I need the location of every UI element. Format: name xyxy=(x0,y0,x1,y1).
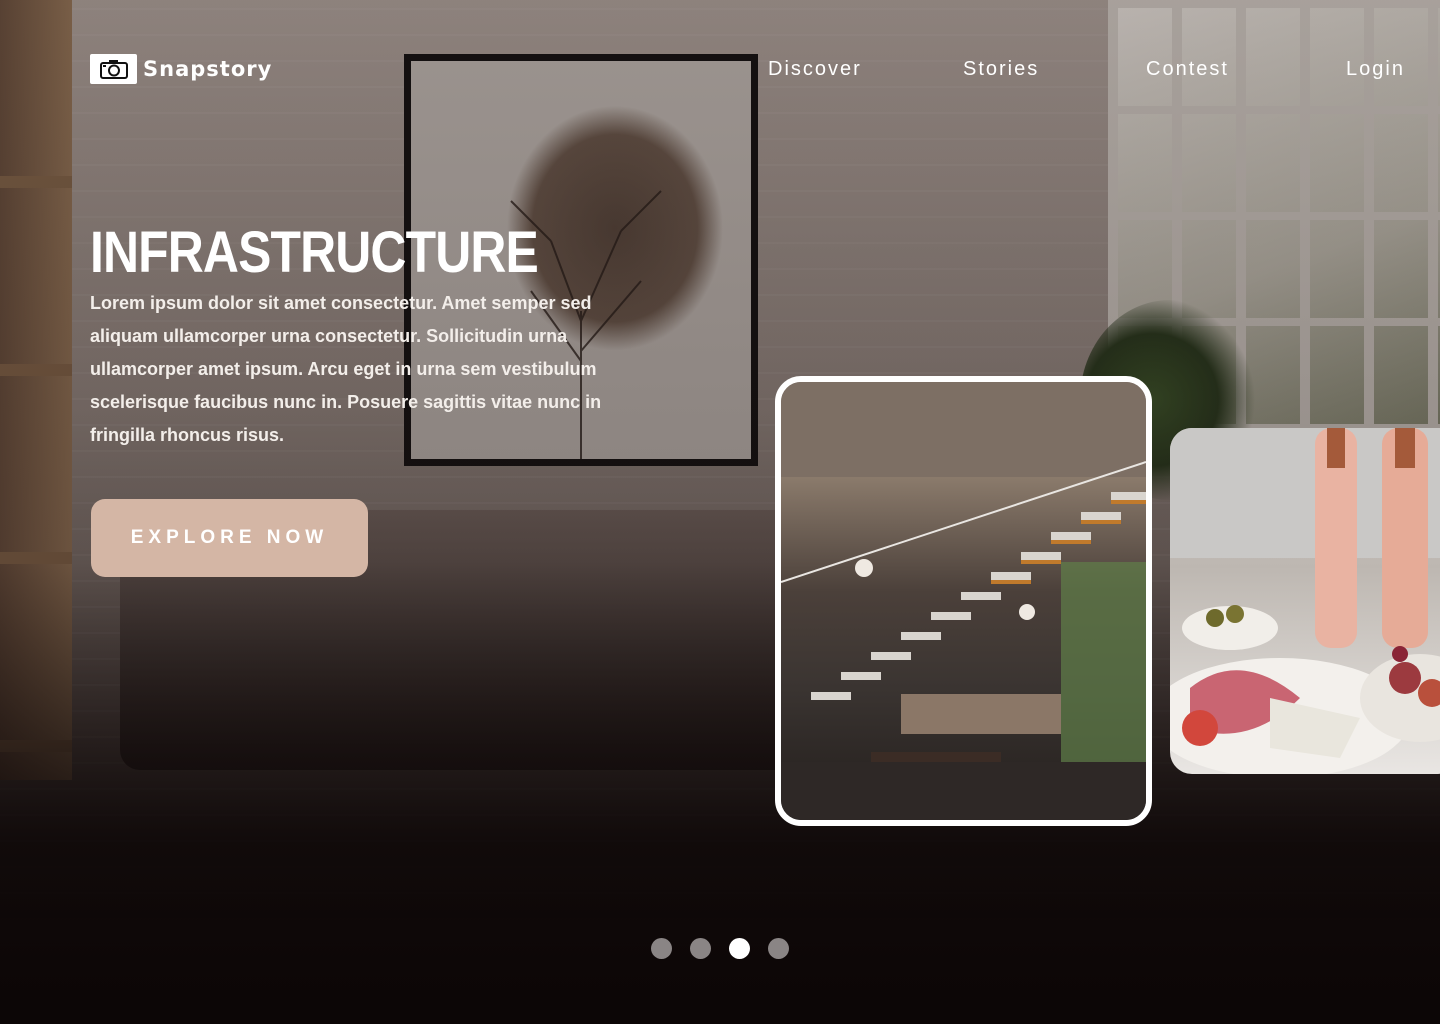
pagination-dot-4[interactable] xyxy=(768,938,789,959)
brand-logo[interactable]: Snapstory xyxy=(90,54,272,84)
staircase-photo xyxy=(781,382,1146,820)
nav-link-login[interactable]: Login xyxy=(1346,58,1405,81)
explore-now-button[interactable]: EXPLORE NOW xyxy=(91,499,368,577)
slider-pagination xyxy=(651,938,789,959)
brand-name: Snapstory xyxy=(143,57,273,81)
camera-icon xyxy=(90,54,137,84)
wine-charcuterie-photo xyxy=(1170,428,1440,774)
pagination-dot-1[interactable] xyxy=(651,938,672,959)
nav-link-stories[interactable]: Stories xyxy=(963,58,1039,81)
pagination-dot-3-active[interactable] xyxy=(729,938,750,959)
slide-card-wine[interactable] xyxy=(1170,428,1440,774)
hero-title: INFRASTRUCTURE xyxy=(90,220,539,285)
nav-link-discover[interactable]: Discover xyxy=(768,58,862,81)
slide-card-staircase[interactable] xyxy=(775,376,1152,826)
hero-description: Lorem ipsum dolor sit amet consectetur. … xyxy=(90,293,602,445)
nav-link-contest[interactable]: Contest xyxy=(1146,58,1229,81)
pagination-dot-2[interactable] xyxy=(690,938,711,959)
